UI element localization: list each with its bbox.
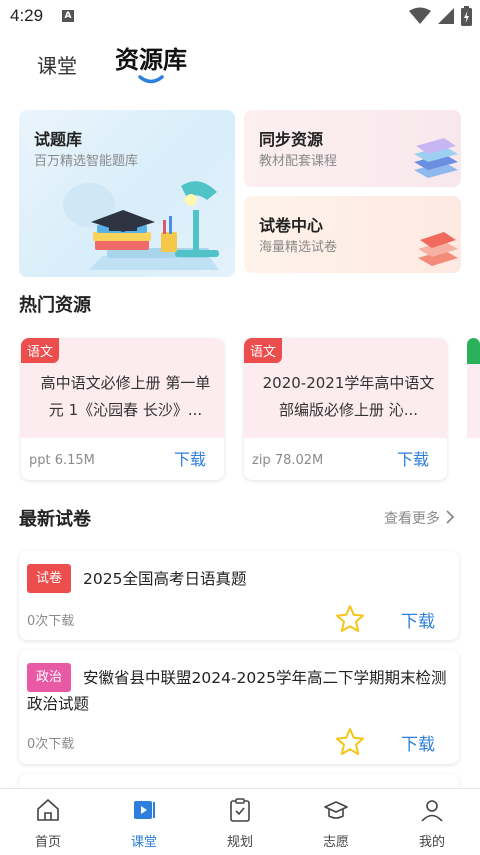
nav-home[interactable]: 首页: [0, 789, 96, 855]
star-favorite-icon[interactable]: [335, 604, 365, 634]
download-count: 0次下载: [27, 737, 75, 752]
resource-name: 2020-2021学年高中语文部编版必修上册 沁...: [262, 374, 435, 419]
exam-paper-card[interactable]: 试卷 2025全国高考日语真题 0次下载 下载: [19, 551, 459, 640]
exam-tag: 试卷: [27, 564, 72, 593]
status-time: 4:29: [10, 6, 44, 25]
active-tab-indicator: [138, 75, 164, 84]
nav-label: 我的: [418, 835, 445, 850]
question-bank-title: 试题库: [34, 130, 83, 149]
video-play-icon: [134, 801, 155, 819]
top-tab-bar: 课堂 资源库: [0, 34, 480, 92]
hot-resources-heading: 热门资源: [19, 295, 91, 316]
subject-tag: 语文: [21, 338, 60, 363]
hot-resource-card[interactable]: 语文 高中语文必修上册 第一单元 1《沁园春 长沙》... ppt 6.15M …: [21, 338, 224, 480]
sync-resources-title: 同步资源: [259, 130, 324, 149]
resource-name: 高中语文必修上册 第一单元 1《沁园春 长沙》...: [40, 374, 211, 419]
home-icon: [37, 799, 59, 821]
tab-classroom[interactable]: 课堂: [37, 50, 77, 79]
exam-tag: 政治: [27, 663, 72, 692]
nav-label: 规划: [226, 835, 253, 850]
exam-title: 安徽省县中联盟2024-2025学年高二下学期期末检测政治试题: [27, 669, 447, 713]
chevron-right-icon[interactable]: [445, 509, 455, 525]
status-bar: 4:29 A: [0, 0, 480, 34]
nav-label: 课堂: [130, 835, 157, 850]
exam-books-icon: [418, 232, 458, 266]
stacked-books-icon: [414, 138, 458, 178]
clipboard-check-icon: [230, 798, 250, 822]
exam-paper-card[interactable]: 政治 安徽省县中联盟2024-2025学年高二下学期期末检测政治试题 0次下载 下…: [19, 650, 459, 764]
download-button[interactable]: 下载: [401, 730, 435, 755]
sync-resources-subtitle: 教材配套课程: [259, 154, 338, 169]
tab-resource-library[interactable]: 资源库: [115, 40, 187, 75]
subject-tag: 语文: [244, 338, 283, 363]
download-button[interactable]: 下载: [397, 446, 429, 470]
exam-center-card[interactable]: 试卷中心 海量精选试卷: [244, 196, 461, 273]
desk-lamp-books-illustration: [63, 181, 219, 270]
resource-meta: ppt 6.15M: [29, 453, 95, 468]
latest-papers-heading: 最新试卷: [19, 509, 91, 530]
user-icon: [421, 800, 443, 822]
exam-center-title: 试卷中心: [259, 216, 324, 235]
hot-resource-card[interactable]: 语文 2020-2021学年高中语文部编版必修上册 沁... zip 78.02…: [244, 338, 447, 480]
sync-resources-card[interactable]: 同步资源 教材配套课程: [244, 110, 461, 187]
exam-center-subtitle: 海量精选试卷: [259, 240, 338, 255]
download-button[interactable]: 下载: [174, 446, 206, 470]
download-button[interactable]: 下载: [401, 607, 435, 632]
subject-tag: [467, 338, 480, 364]
graduation-cap-icon: [324, 801, 348, 819]
question-bank-subtitle: 百万精选智能题库: [34, 154, 139, 169]
notification-a-icon: A: [62, 10, 74, 22]
bottom-navigation: 首页 课堂 规划 志愿 我的: [0, 788, 480, 855]
nav-planning[interactable]: 规划: [192, 789, 288, 855]
star-favorite-icon[interactable]: [335, 727, 365, 757]
resource-meta: zip 78.02M: [252, 453, 324, 468]
nav-label: 志愿: [322, 835, 349, 850]
hot-resource-card-peek[interactable]: [467, 338, 480, 480]
nav-volunteer[interactable]: 志愿: [288, 789, 384, 855]
view-more-link[interactable]: 查看更多: [384, 508, 440, 528]
download-count: 0次下载: [27, 614, 75, 629]
question-bank-card[interactable]: 试题库 百万精选智能题库: [19, 110, 235, 277]
exam-title: 2025全国高考日语真题: [83, 570, 247, 588]
system-icons: [409, 6, 472, 26]
battery-charging-icon: [461, 6, 472, 26]
nav-profile[interactable]: 我的: [384, 789, 480, 855]
wifi-icon: [409, 7, 431, 24]
nav-classroom[interactable]: 课堂: [96, 789, 192, 855]
nav-label: 首页: [34, 835, 61, 850]
signal-icon: [438, 8, 454, 24]
